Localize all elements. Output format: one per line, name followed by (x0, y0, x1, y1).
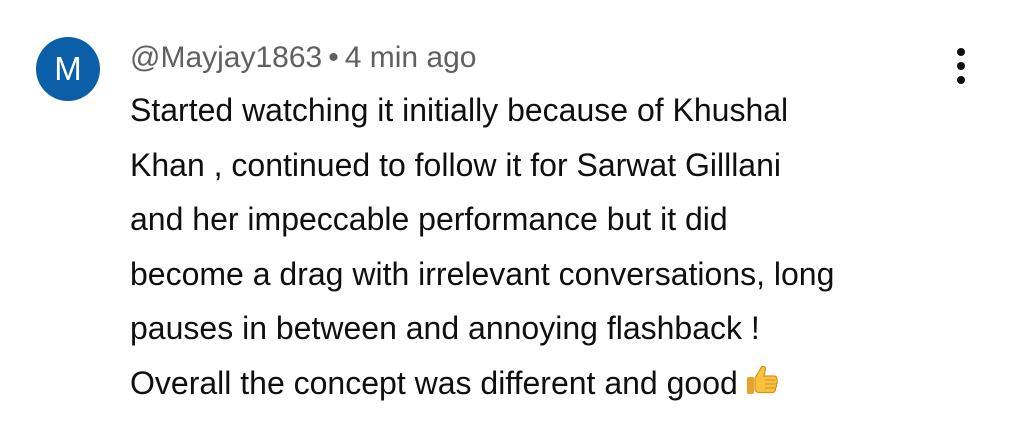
timestamp[interactable]: 4 min ago (345, 41, 477, 74)
comment-meta: @Mayjay1863 • 4 min ago (130, 36, 476, 80)
comment-card: M @Mayjay1863 • 4 min ago Started watching… (0, 0, 1024, 427)
avatar-letter: M (54, 50, 82, 87)
username[interactable]: @Mayjay1863 (130, 41, 322, 74)
more-dot (957, 48, 965, 56)
more-vert-icon[interactable] (945, 44, 977, 88)
comment-line: and her impeccable performance but it di… (130, 201, 728, 237)
meta-separator: • (328, 41, 339, 74)
comment-line: become a drag with irrelevant conversati… (130, 255, 835, 292)
more-dot (957, 76, 965, 84)
avatar[interactable]: M (36, 37, 100, 101)
comment-text: Started watching it initially because of… (130, 83, 950, 414)
comment-line: Started watching it initially because of… (130, 92, 789, 128)
comment-line: Khan , continued to follow it for Sarwat… (130, 146, 781, 183)
thumbs-up-icon (744, 360, 780, 415)
comment-line: pauses in between and annoying flashback… (130, 310, 760, 346)
comment-line: Overall the concept was different and go… (130, 364, 738, 401)
comment-last-line: Overall the concept was different and go… (130, 356, 950, 415)
more-dot (957, 62, 965, 70)
